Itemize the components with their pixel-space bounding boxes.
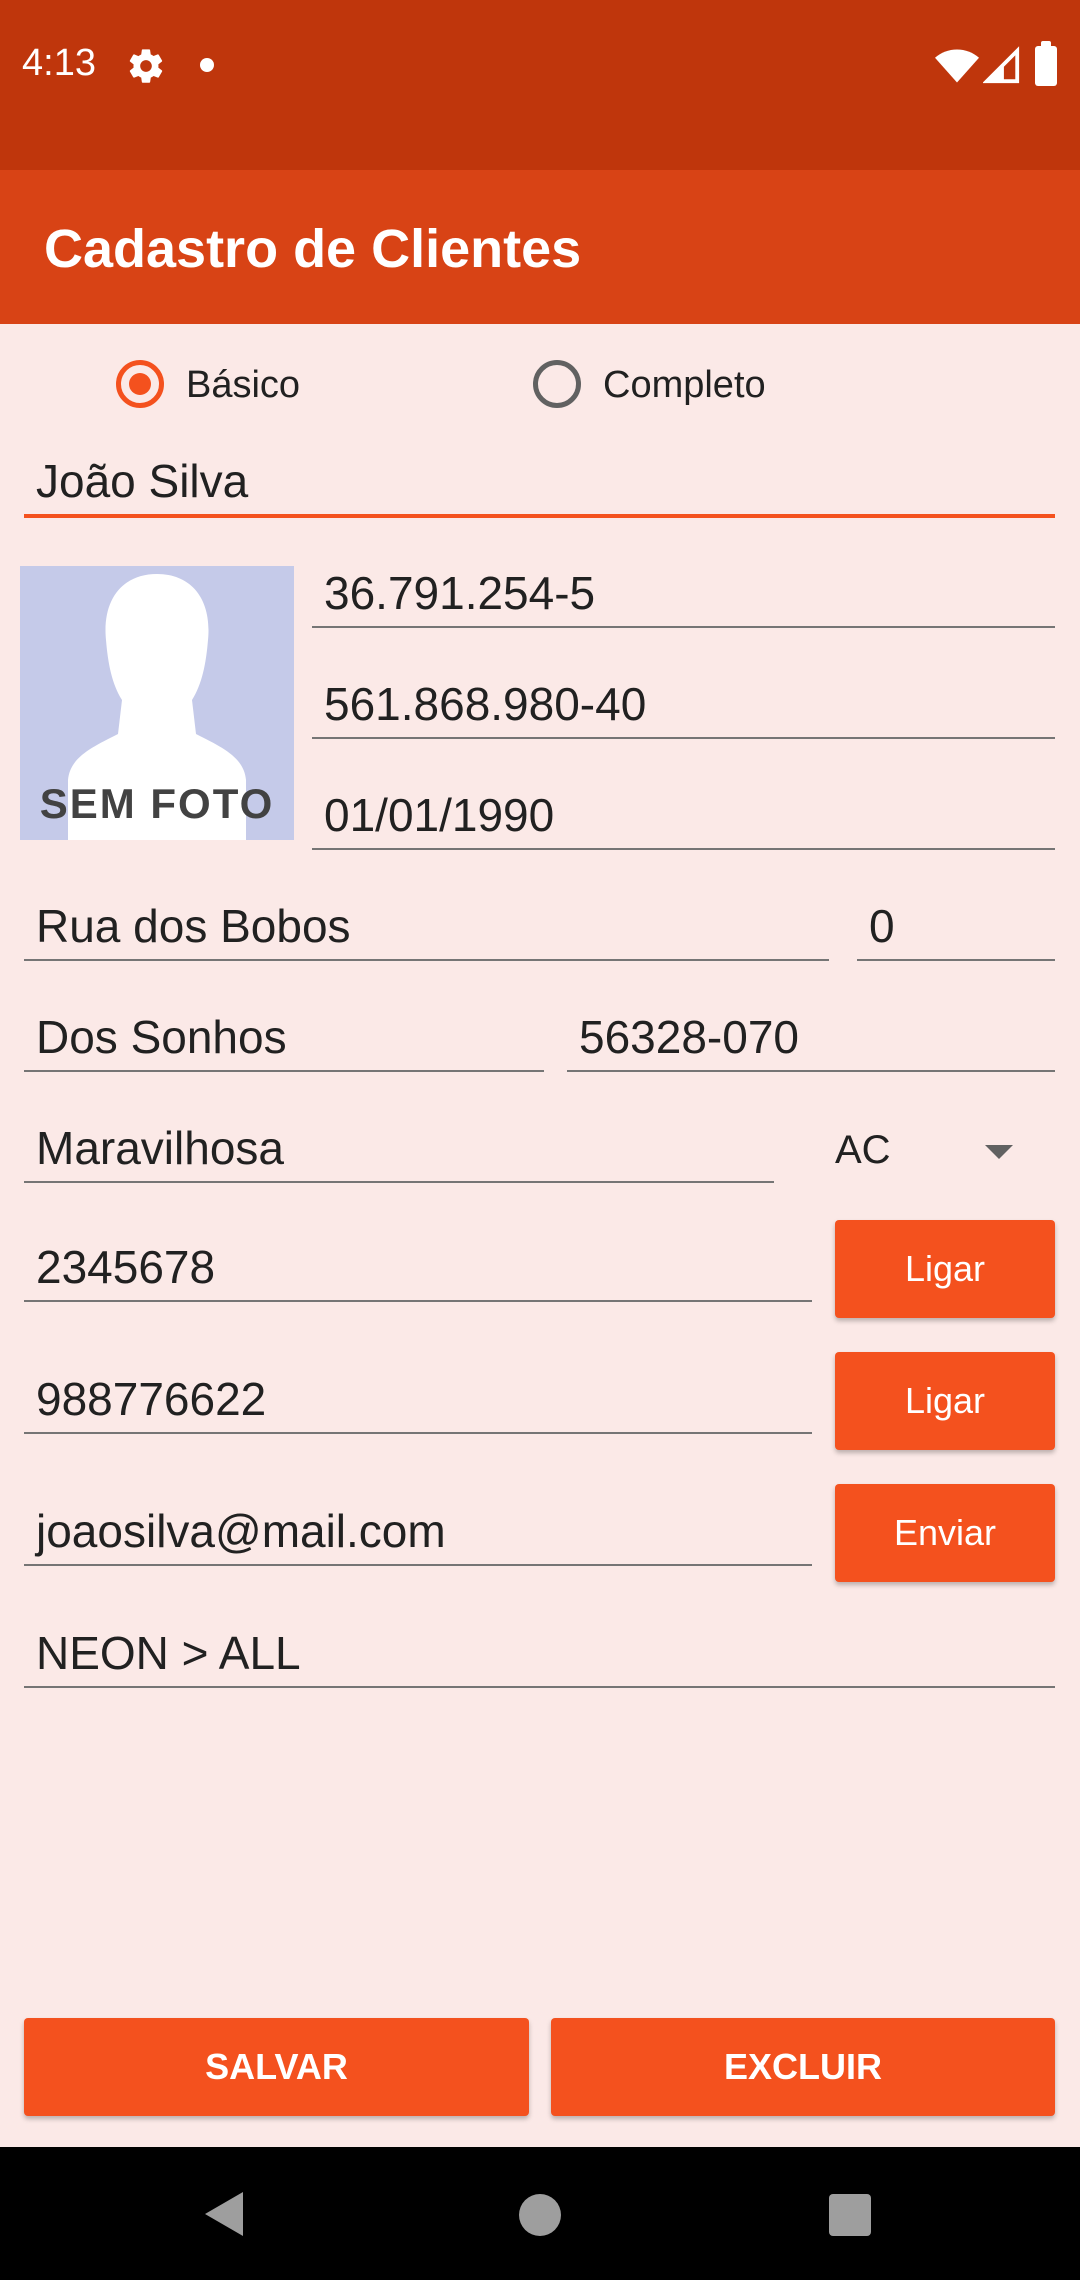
cep-field-value: 56328-070 [579, 1011, 799, 1063]
number-field-value: 0 [869, 900, 895, 952]
rg-field-value: 36.791.254-5 [324, 567, 596, 619]
app-title: Cadastro de Clientes [44, 219, 582, 279]
delete-button[interactable]: EXCLUIR [551, 2018, 1055, 2116]
recents-icon[interactable] [829, 2194, 871, 2236]
cpf-field-value: 561.868.980-40 [324, 678, 647, 730]
phone-field-value: 2345678 [36, 1241, 216, 1293]
neighborhood-field-value: Dos Sonhos [36, 1011, 287, 1063]
birth-date-field[interactable]: 01/01/1990 [312, 778, 1055, 850]
gear-icon [129, 49, 163, 83]
chevron-down-icon[interactable] [985, 1145, 1013, 1159]
home-icon[interactable] [519, 2194, 561, 2236]
mobile-field[interactable]: 988776622 [24, 1362, 812, 1434]
notes-field[interactable]: NEON > ALL [24, 1616, 1055, 1688]
email-field-value: joaosilva@mail.com [36, 1505, 446, 1557]
city-field-value: Maravilhosa [36, 1122, 284, 1174]
radio-basico[interactable] [116, 360, 164, 408]
back-icon[interactable] [205, 2192, 243, 2236]
street-field-value: Rua dos Bobos [36, 900, 351, 952]
call-phone-button[interactable]: Ligar [835, 1220, 1055, 1318]
cpf-field[interactable]: 561.868.980-40 [312, 667, 1055, 739]
city-field[interactable]: Maravilhosa [24, 1111, 774, 1183]
name-field[interactable]: João Silva [24, 446, 1055, 518]
state-spinner[interactable]: AC [835, 1128, 891, 1173]
name-field-value: João Silva [36, 455, 249, 507]
notes-field-value: NEON > ALL [36, 1627, 301, 1679]
number-field[interactable]: 0 [857, 889, 1055, 961]
radio-basico-label[interactable]: Básico [186, 364, 300, 407]
email-field[interactable]: joaosilva@mail.com [24, 1494, 812, 1566]
signal-icon [983, 46, 1020, 84]
battery-icon [1035, 41, 1057, 86]
dot-icon [200, 58, 214, 72]
status-time: 4:13 [22, 42, 96, 84]
rg-field[interactable]: 36.791.254-5 [312, 556, 1055, 628]
send-email-button[interactable]: Enviar [835, 1484, 1055, 1582]
cep-field[interactable]: 56328-070 [567, 1000, 1055, 1072]
radio-completo[interactable] [533, 360, 581, 408]
wifi-icon [935, 49, 979, 83]
client-photo[interactable]: SEM FOTO [20, 566, 294, 840]
no-photo-text: SEM FOTO [39, 780, 275, 827]
mobile-field-value: 988776622 [36, 1373, 267, 1425]
phone-field[interactable]: 2345678 [24, 1230, 812, 1302]
radio-completo-label[interactable]: Completo [603, 364, 766, 407]
street-field[interactable]: Rua dos Bobos [24, 889, 829, 961]
call-mobile-button[interactable]: Ligar [835, 1352, 1055, 1450]
neighborhood-field[interactable]: Dos Sonhos [24, 1000, 544, 1072]
save-button[interactable]: SALVAR [24, 2018, 529, 2116]
birth-date-field-value: 01/01/1990 [324, 789, 555, 841]
